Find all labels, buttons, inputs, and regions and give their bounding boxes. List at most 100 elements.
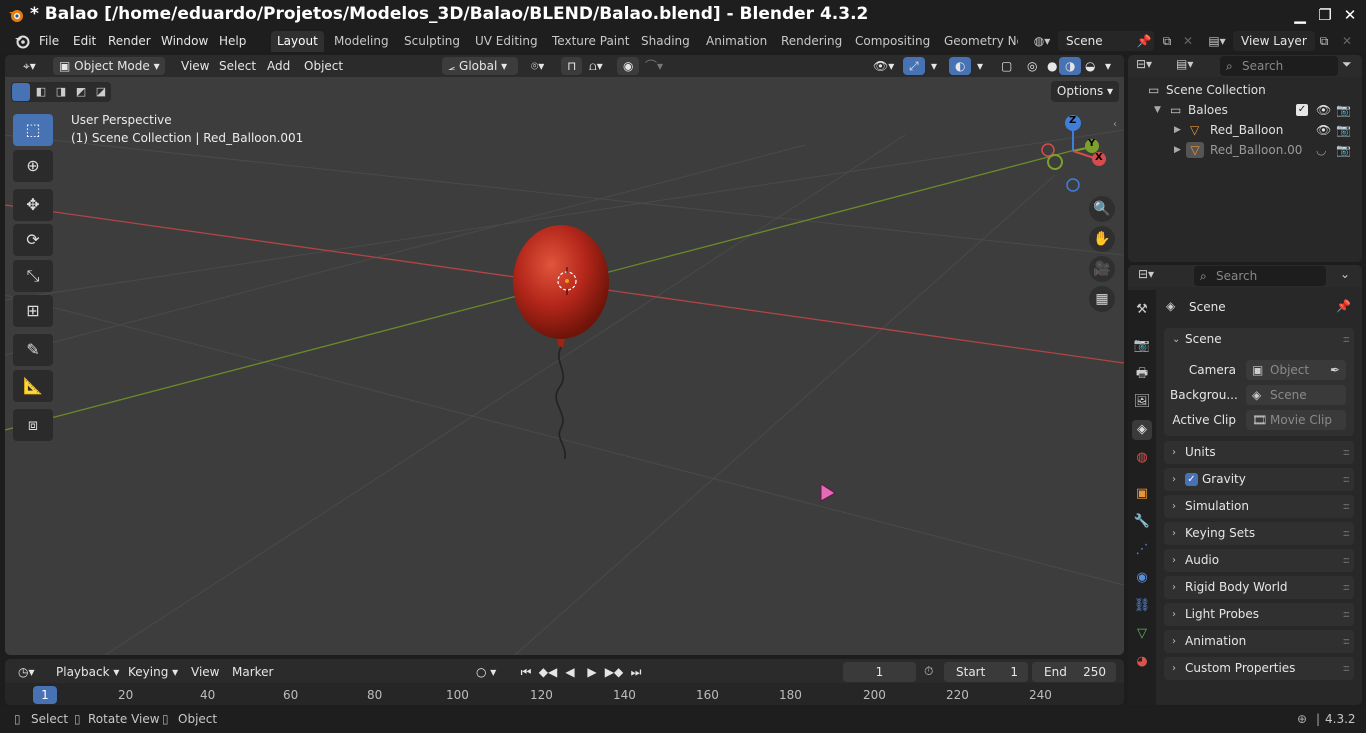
outliner-row-scene-collection[interactable]: ▭ Scene Collection xyxy=(1128,80,1362,100)
background-field[interactable]: ◈ Scene xyxy=(1246,385,1346,405)
menu-render[interactable]: Render xyxy=(102,32,157,50)
perspective-toggle-icon[interactable]: ▦ xyxy=(1089,286,1115,312)
select-extend-icon[interactable]: ◧ xyxy=(32,83,50,101)
render-tab-icon[interactable]: 📷 xyxy=(1132,336,1152,356)
move-tool-icon[interactable]: ✥ xyxy=(13,189,53,221)
end-frame-field[interactable]: End 250 xyxy=(1032,662,1116,682)
menu-keying[interactable]: Keying ▾ xyxy=(122,663,184,681)
stopwatch-icon[interactable]: ⏱ xyxy=(924,664,933,679)
snap-toggle-icon[interactable]: ⊓ xyxy=(561,57,583,75)
expand-chevron-icon[interactable]: ▼ xyxy=(1154,100,1161,120)
pivot-point-icon[interactable]: ⌾▾ xyxy=(525,57,550,75)
panel-audio[interactable]: › Audio :::: xyxy=(1164,549,1354,572)
modifier-tab-icon[interactable]: 🔧 xyxy=(1132,512,1152,532)
panel-custom-properties[interactable]: › Custom Properties :::: xyxy=(1164,657,1354,680)
physics-tab-icon[interactable]: ◉ xyxy=(1132,568,1152,588)
tab-texture-paint[interactable]: Texture Paint xyxy=(546,31,635,52)
view-layer-tab-icon[interactable]: 🖼 xyxy=(1132,392,1152,412)
gizmo-dropdown-icon[interactable]: ▾ xyxy=(925,57,943,75)
scene-tab-icon[interactable]: ◈ xyxy=(1132,420,1152,440)
start-frame-field[interactable]: Start 1 xyxy=(944,662,1028,682)
view-layer-type-icon[interactable]: ▤▾ xyxy=(1203,31,1231,51)
outliner-display-mode-icon[interactable]: ▤▾ xyxy=(1176,57,1193,71)
object-tab-icon[interactable]: ▣ xyxy=(1132,484,1152,504)
pan-hand-icon[interactable]: ✋ xyxy=(1089,226,1115,252)
tab-rendering[interactable]: Rendering xyxy=(775,31,848,52)
select-subtract-icon[interactable]: ◨ xyxy=(52,83,70,101)
sidebar-toggle-icon[interactable]: ‹ xyxy=(1113,119,1117,130)
pin-context-icon[interactable]: 📌 xyxy=(1336,299,1351,313)
menu-playback[interactable]: Playback ▾ xyxy=(50,663,125,681)
outliner-row-red-balloon-001[interactable]: ▶ ▽ Red_Balloon.00 ◡ 📷 xyxy=(1128,140,1362,160)
select-box-tool-icon[interactable]: ⬚ xyxy=(13,114,53,146)
select-difference-icon[interactable]: ◩ xyxy=(72,83,90,101)
pin-scene-icon[interactable]: 📌 xyxy=(1134,31,1154,51)
overlay-toggle-icon[interactable]: ◐ xyxy=(949,57,972,75)
3d-viewport[interactable]: User Perspective (1) Scene Collection | … xyxy=(5,55,1124,655)
drag-grip-icon[interactable]: :::: xyxy=(1343,603,1351,626)
drag-grip-icon[interactable]: :::: xyxy=(1343,630,1351,653)
expand-chevron-icon[interactable]: ▶ xyxy=(1174,140,1181,160)
panel-gravity[interactable]: › ✓ Gravity :::: xyxy=(1164,468,1354,491)
visibility-eye-icon[interactable]: 👁 xyxy=(1316,120,1331,140)
tab-animation[interactable]: Animation xyxy=(700,31,773,52)
panel-units[interactable]: › Units :::: xyxy=(1164,441,1354,464)
constraints-tab-icon[interactable]: ⛓ xyxy=(1132,596,1152,616)
camera-field[interactable]: ▣ Object ✒ xyxy=(1246,360,1346,380)
camera-view-icon[interactable]: 🎥 xyxy=(1089,256,1115,282)
render-camera-icon[interactable]: 📷 xyxy=(1336,120,1351,140)
tab-shading[interactable]: Shading xyxy=(635,31,696,52)
menu-object[interactable]: Object xyxy=(298,57,349,75)
hidden-eye-icon[interactable]: ◡ xyxy=(1316,140,1326,160)
view-layer-selector[interactable]: View Layer xyxy=(1233,31,1315,51)
overlay-dropdown-icon[interactable]: ▾ xyxy=(971,57,989,75)
render-camera-icon[interactable]: 📷 xyxy=(1336,100,1351,120)
add-cube-tool-icon[interactable]: ⧈ xyxy=(13,409,53,441)
drag-grip-icon[interactable]: :::: xyxy=(1343,468,1351,491)
jump-end-icon[interactable]: ⏭ xyxy=(626,665,646,680)
visibility-eye-icon[interactable]: 👁 xyxy=(1316,100,1331,120)
properties-search-input[interactable]: ⌕ Search xyxy=(1194,266,1326,286)
delete-view-layer-icon[interactable]: ✕ xyxy=(1337,31,1357,51)
new-scene-icon[interactable]: ⧉ xyxy=(1157,31,1177,51)
current-frame-field[interactable]: 1 xyxy=(843,662,916,682)
maximize-button[interactable]: ❐ xyxy=(1315,5,1335,25)
outliner-row-baloes[interactable]: ▼ ▭ Baloes ✓ 👁 📷 xyxy=(1128,100,1362,120)
menu-window[interactable]: Window xyxy=(155,32,214,50)
menu-marker[interactable]: Marker xyxy=(226,663,279,681)
tab-sculpting[interactable]: Sculpting xyxy=(398,31,466,52)
menu-help[interactable]: Help xyxy=(213,32,252,50)
expand-chevron-icon[interactable]: ▶ xyxy=(1174,120,1181,140)
proportional-edit-icon[interactable]: ◉ xyxy=(617,57,640,75)
editor-type-icon[interactable]: ⌖▾ xyxy=(17,57,42,75)
cursor-tool-icon[interactable]: ⊕ xyxy=(13,150,53,182)
menu-timeline-view[interactable]: View xyxy=(185,663,225,681)
tab-modeling[interactable]: Modeling xyxy=(328,31,395,52)
new-view-layer-icon[interactable]: ⧉ xyxy=(1314,31,1334,51)
gizmo-toggle-icon[interactable]: ⤢ xyxy=(903,57,925,75)
tab-compositing[interactable]: Compositing xyxy=(849,31,936,52)
delete-scene-icon[interactable]: ✕ xyxy=(1178,31,1198,51)
transform-orientation-selector[interactable]: ⦟ Global ▾ xyxy=(442,57,518,75)
rotate-tool-icon[interactable]: ⟳ xyxy=(13,224,53,256)
minimize-button[interactable]: ▁ xyxy=(1290,5,1310,25)
panel-light-probes[interactable]: › Light Probes :::: xyxy=(1164,603,1354,626)
render-camera-icon[interactable]: 📷 xyxy=(1336,140,1351,160)
drag-grip-icon[interactable]: :::: xyxy=(1343,576,1351,599)
world-tab-icon[interactable]: ◍ xyxy=(1132,448,1152,468)
scene-type-icon[interactable]: ◍▾ xyxy=(1028,31,1056,51)
active-clip-field[interactable]: 🎞 Movie Clip xyxy=(1246,410,1346,430)
eyedropper-icon[interactable]: ✒ xyxy=(1330,360,1340,380)
select-intersect-icon[interactable]: ◪ xyxy=(92,83,110,101)
jump-start-icon[interactable]: ⏮ xyxy=(516,665,536,680)
outliner-search-input[interactable]: ⌕ Search xyxy=(1220,56,1338,76)
scale-tool-icon[interactable]: ⤡ xyxy=(13,260,53,292)
scene-panel-header[interactable]: ⌄ Scene :::: xyxy=(1164,328,1354,351)
panel-rigid-body-world[interactable]: › Rigid Body World :::: xyxy=(1164,576,1354,599)
data-tab-icon[interactable]: ▽ xyxy=(1132,624,1152,644)
tool-tab-icon[interactable]: ⚒ xyxy=(1132,300,1152,320)
play-reverse-icon[interactable]: ◀ xyxy=(560,665,580,679)
drag-grip-icon[interactable]: :::: xyxy=(1343,328,1351,351)
exclude-checkbox[interactable]: ✓ xyxy=(1296,104,1308,116)
falloff-icon[interactable]: ⌒▾ xyxy=(639,57,669,75)
